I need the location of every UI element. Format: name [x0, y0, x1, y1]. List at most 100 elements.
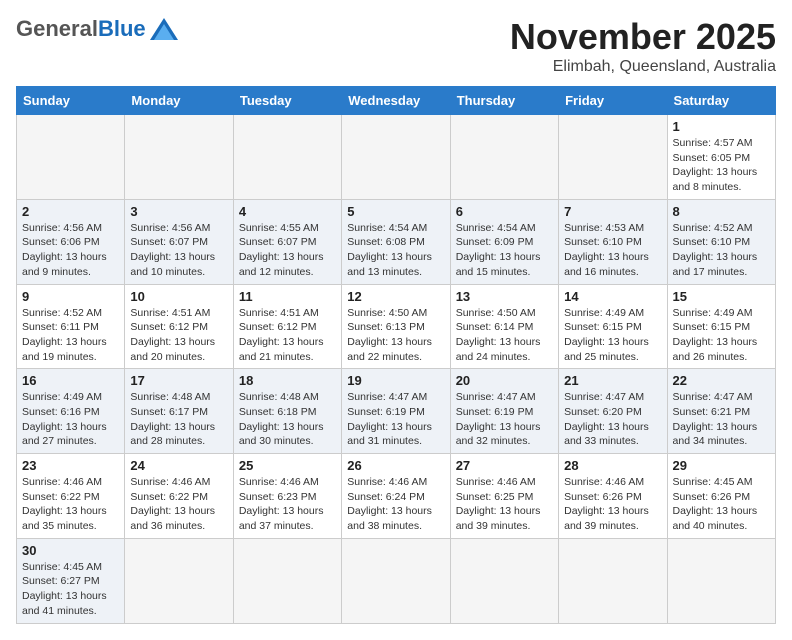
calendar-cell — [450, 115, 558, 200]
day-info: Sunrise: 4:56 AM Sunset: 6:07 PM Dayligh… — [130, 221, 227, 280]
day-number: 15 — [673, 289, 770, 304]
weekday-header-tuesday: Tuesday — [233, 87, 341, 115]
calendar-cell: 27 Sunrise: 4:46 AM Sunset: 6:25 PM Dayli… — [450, 454, 558, 539]
calendar-cell: 25Sunrise: 4:46 AM Sunset: 6:23 PM Dayli… — [233, 454, 341, 539]
calendar-cell: 18 Sunrise: 4:48 AM Sunset: 6:18 PM Dayli… — [233, 369, 341, 454]
day-info: Sunrise: 4:47 AM Sunset: 6:21 PM Dayligh… — [673, 390, 770, 449]
day-number: 14 — [564, 289, 661, 304]
calendar-cell: 12Sunrise: 4:50 AM Sunset: 6:13 PM Dayli… — [342, 284, 450, 369]
month-title: November 2025 — [510, 16, 776, 58]
calendar-cell — [125, 115, 233, 200]
day-info: Sunrise: 4:51 AM Sunset: 6:12 PM Dayligh… — [130, 306, 227, 365]
calendar-cell: 21Sunrise: 4:47 AM Sunset: 6:20 PM Dayli… — [559, 369, 667, 454]
title-area: November 2025 Elimbah, Queensland, Austr… — [510, 16, 776, 76]
day-info: Sunrise: 4:47 AM Sunset: 6:19 PM Dayligh… — [347, 390, 444, 449]
day-number: 12 — [347, 289, 444, 304]
day-number: 27 — [456, 458, 553, 473]
day-info: Sunrise: 4:50 AM Sunset: 6:14 PM Dayligh… — [456, 306, 553, 365]
day-number: 20 — [456, 373, 553, 388]
day-info: Sunrise: 4:54 AM Sunset: 6:09 PM Dayligh… — [456, 221, 553, 280]
day-number: 13 — [456, 289, 553, 304]
weekday-header-sunday: Sunday — [17, 87, 125, 115]
day-info: Sunrise: 4:52 AM Sunset: 6:10 PM Dayligh… — [673, 221, 770, 280]
calendar-cell: 16 Sunrise: 4:49 AM Sunset: 6:16 PM Dayli… — [17, 369, 125, 454]
day-info: Sunrise: 4:55 AM Sunset: 6:07 PM Dayligh… — [239, 221, 336, 280]
calendar-table: SundayMondayTuesdayWednesdayThursdayFrid… — [16, 86, 776, 624]
weekday-header-saturday: Saturday — [667, 87, 775, 115]
calendar-cell: 22 Sunrise: 4:47 AM Sunset: 6:21 PM Dayli… — [667, 369, 775, 454]
calendar-cell: 17Sunrise: 4:48 AM Sunset: 6:17 PM Dayli… — [125, 369, 233, 454]
calendar-cell — [233, 538, 341, 623]
calendar-cell — [342, 115, 450, 200]
day-info: Sunrise: 4:47 AM Sunset: 6:19 PM Dayligh… — [456, 390, 553, 449]
calendar-cell: 1Sunrise: 4:57 AM Sunset: 6:05 PM Daylig… — [667, 115, 775, 200]
calendar-cell: 29 Sunrise: 4:45 AM Sunset: 6:26 PM Dayli… — [667, 454, 775, 539]
logo-blue-text: Blue — [98, 16, 146, 42]
day-info: Sunrise: 4:53 AM Sunset: 6:10 PM Dayligh… — [564, 221, 661, 280]
calendar-cell: 15 Sunrise: 4:49 AM Sunset: 6:15 PM Dayli… — [667, 284, 775, 369]
day-number: 10 — [130, 289, 227, 304]
day-number: 18 — [239, 373, 336, 388]
week-row-3: 9 Sunrise: 4:52 AM Sunset: 6:11 PM Daylig… — [17, 284, 776, 369]
calendar-cell: 9 Sunrise: 4:52 AM Sunset: 6:11 PM Daylig… — [17, 284, 125, 369]
day-info: Sunrise: 4:48 AM Sunset: 6:17 PM Dayligh… — [130, 390, 227, 449]
day-info: Sunrise: 4:46 AM Sunset: 6:23 PM Dayligh… — [239, 475, 336, 534]
day-number: 19 — [347, 373, 444, 388]
logo-icon — [150, 18, 178, 40]
location-title: Elimbah, Queensland, Australia — [510, 58, 776, 76]
calendar-cell: 24Sunrise: 4:46 AM Sunset: 6:22 PM Dayli… — [125, 454, 233, 539]
calendar-cell: 8 Sunrise: 4:52 AM Sunset: 6:10 PM Daylig… — [667, 199, 775, 284]
calendar-cell: 7 Sunrise: 4:53 AM Sunset: 6:10 PM Daylig… — [559, 199, 667, 284]
calendar-cell: 2Sunrise: 4:56 AM Sunset: 6:06 PM Daylig… — [17, 199, 125, 284]
calendar-cell: 30Sunrise: 4:45 AM Sunset: 6:27 PM Dayli… — [17, 538, 125, 623]
day-number: 22 — [673, 373, 770, 388]
calendar-cell: 26Sunrise: 4:46 AM Sunset: 6:24 PM Dayli… — [342, 454, 450, 539]
day-info: Sunrise: 4:52 AM Sunset: 6:11 PM Dayligh… — [22, 306, 119, 365]
calendar-cell — [342, 538, 450, 623]
calendar-cell: 10 Sunrise: 4:51 AM Sunset: 6:12 PM Dayli… — [125, 284, 233, 369]
day-number: 23 — [22, 458, 119, 473]
day-info: Sunrise: 4:46 AM Sunset: 6:25 PM Dayligh… — [456, 475, 553, 534]
day-info: Sunrise: 4:51 AM Sunset: 6:12 PM Dayligh… — [239, 306, 336, 365]
day-number: 4 — [239, 204, 336, 219]
day-number: 5 — [347, 204, 444, 219]
day-number: 26 — [347, 458, 444, 473]
day-info: Sunrise: 4:47 AM Sunset: 6:20 PM Dayligh… — [564, 390, 661, 449]
calendar-cell: 13 Sunrise: 4:50 AM Sunset: 6:14 PM Dayli… — [450, 284, 558, 369]
day-number: 3 — [130, 204, 227, 219]
calendar-cell: 11Sunrise: 4:51 AM Sunset: 6:12 PM Dayli… — [233, 284, 341, 369]
calendar-cell — [450, 538, 558, 623]
day-info: Sunrise: 4:56 AM Sunset: 6:06 PM Dayligh… — [22, 221, 119, 280]
day-number: 8 — [673, 204, 770, 219]
day-info: Sunrise: 4:48 AM Sunset: 6:18 PM Dayligh… — [239, 390, 336, 449]
day-number: 9 — [22, 289, 119, 304]
calendar-cell: 28Sunrise: 4:46 AM Sunset: 6:26 PM Dayli… — [559, 454, 667, 539]
logo-general-text: General — [16, 16, 98, 42]
day-number: 6 — [456, 204, 553, 219]
weekday-header-thursday: Thursday — [450, 87, 558, 115]
calendar-cell — [559, 538, 667, 623]
week-row-2: 2Sunrise: 4:56 AM Sunset: 6:06 PM Daylig… — [17, 199, 776, 284]
day-number: 7 — [564, 204, 661, 219]
calendar-cell — [559, 115, 667, 200]
calendar-cell — [233, 115, 341, 200]
day-number: 30 — [22, 543, 119, 558]
calendar-cell — [667, 538, 775, 623]
day-info: Sunrise: 4:45 AM Sunset: 6:26 PM Dayligh… — [673, 475, 770, 534]
day-info: Sunrise: 4:49 AM Sunset: 6:16 PM Dayligh… — [22, 390, 119, 449]
day-number: 29 — [673, 458, 770, 473]
week-row-5: 23 Sunrise: 4:46 AM Sunset: 6:22 PM Dayli… — [17, 454, 776, 539]
calendar-cell: 19 Sunrise: 4:47 AM Sunset: 6:19 PM Dayli… — [342, 369, 450, 454]
week-row-6: 30Sunrise: 4:45 AM Sunset: 6:27 PM Dayli… — [17, 538, 776, 623]
week-row-4: 16 Sunrise: 4:49 AM Sunset: 6:16 PM Dayli… — [17, 369, 776, 454]
calendar-cell: 20 Sunrise: 4:47 AM Sunset: 6:19 PM Dayli… — [450, 369, 558, 454]
day-info: Sunrise: 4:54 AM Sunset: 6:08 PM Dayligh… — [347, 221, 444, 280]
day-info: Sunrise: 4:46 AM Sunset: 6:22 PM Dayligh… — [22, 475, 119, 534]
calendar-cell — [17, 115, 125, 200]
calendar-cell: 14Sunrise: 4:49 AM Sunset: 6:15 PM Dayli… — [559, 284, 667, 369]
calendar-cell: 3 Sunrise: 4:56 AM Sunset: 6:07 PM Daylig… — [125, 199, 233, 284]
day-info: Sunrise: 4:49 AM Sunset: 6:15 PM Dayligh… — [673, 306, 770, 365]
calendar-cell — [125, 538, 233, 623]
weekday-header-row: SundayMondayTuesdayWednesdayThursdayFrid… — [17, 87, 776, 115]
day-number: 16 — [22, 373, 119, 388]
